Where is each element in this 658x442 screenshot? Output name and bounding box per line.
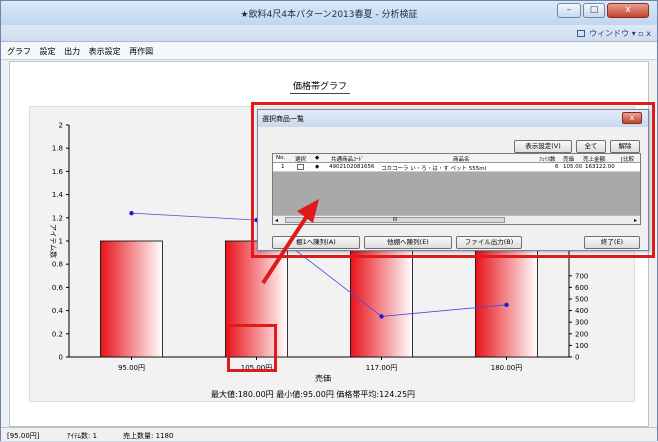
callout-box-dialog <box>251 102 655 258</box>
sales-qty-point-1 <box>129 210 134 216</box>
y-tick-label-right: 700 <box>575 272 588 280</box>
y-tick-label-right: 600 <box>575 284 588 292</box>
sales-qty-point-3 <box>379 314 384 319</box>
y-tick-label-left: 0.6 <box>52 284 64 292</box>
y-tick-label-left: 0.2 <box>52 330 63 338</box>
x-tick-label: 117.00円 <box>366 364 398 372</box>
bar-4 <box>475 240 538 358</box>
y-tick-label-right: 300 <box>575 319 588 327</box>
x-axis-label: 売価 <box>315 374 331 383</box>
sales-qty-point-4 <box>504 302 509 307</box>
y-tick-label-left: 2 <box>59 122 63 130</box>
y-tick-label-left: 1.4 <box>52 191 64 199</box>
status-price: [95.00円] <box>7 432 40 440</box>
main-window: ★飲料4尺4本パターン2013春夏 - 分析検証 – □ x ウィンドウ ▾ ▫… <box>0 0 658 441</box>
y-tick-label-right: 500 <box>575 296 588 304</box>
y-tick-label-right: 0 <box>575 354 579 362</box>
stats-summary: 最大値:180.00円 最小値:95.00円 価格帯平均:124.25円 <box>211 390 416 399</box>
y-tick-label-left: 1.2 <box>52 214 63 222</box>
x-tick-label: 95.00円 <box>118 364 145 372</box>
y-tick-label-left: 1.6 <box>52 168 64 176</box>
y-tick-label-left: 0.8 <box>52 261 63 269</box>
y-tick-label-left: 1 <box>59 238 63 246</box>
y-tick-label-left: 1.8 <box>52 145 63 153</box>
status-items: ｱｲﾃﾑ数: 1 <box>67 432 98 440</box>
bar-3 <box>350 240 413 358</box>
y-tick-label-left: 0.4 <box>52 307 64 315</box>
x-tick-label: 180.00円 <box>491 364 523 372</box>
y-tick-label-right: 100 <box>575 342 588 350</box>
status-qty: 売上数量: 1180 <box>123 432 174 440</box>
y-tick-label-left: 0 <box>59 354 63 362</box>
callout-box-bar <box>227 324 277 372</box>
status-bar: [95.00円] ｱｲﾃﾑ数: 1 売上数量: 1180 <box>1 427 657 441</box>
bar-1 <box>100 240 163 358</box>
y-tick-label-right: 400 <box>575 307 588 315</box>
y-tick-label-right: 200 <box>575 330 588 338</box>
y-axis-title-left: アイテム数 <box>49 224 58 258</box>
